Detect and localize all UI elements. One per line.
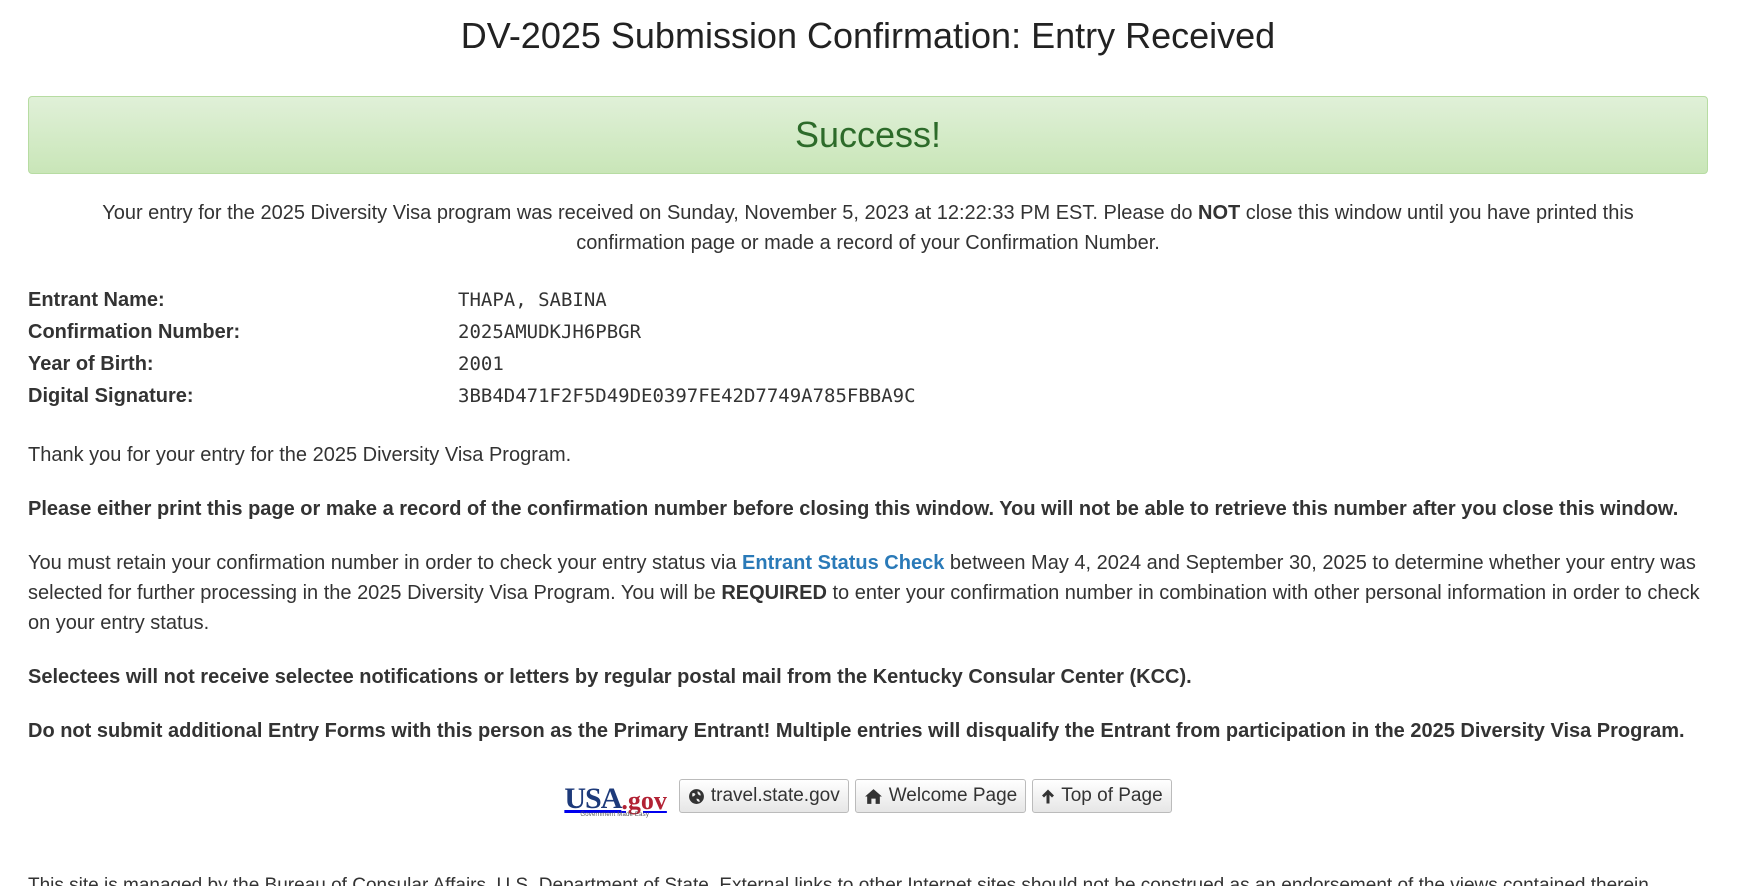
footer-fine-print: This site is managed by the Bureau of Co… <box>28 875 1655 886</box>
page: DV-2025 Submission Confirmation: Entry R… <box>0 0 1763 886</box>
logo-usa-text: USA <box>564 782 622 815</box>
travel-state-gov-button[interactable]: travel.state.gov <box>678 779 849 813</box>
digital-signature-value: 3BB4D471F2F5D49DE0397FE42D7749A785FBBA9C <box>458 385 916 407</box>
detail-row-digital-signature: Digital Signature: 3BB4D471F2F5D49DE0397… <box>28 380 1708 412</box>
welcome-page-button[interactable]: Welcome Page <box>854 779 1027 813</box>
retain-emphasis: REQUIRED <box>721 582 827 604</box>
intro-text-before: Your entry for the 2025 Diversity Visa p… <box>102 202 1199 224</box>
detail-label: Year of Birth: <box>28 352 154 375</box>
print-warning-paragraph: Please either print this page or make a … <box>28 498 1679 520</box>
top-of-page-label: Top of Page <box>1061 785 1163 806</box>
home-icon <box>864 788 883 805</box>
top-of-page-button[interactable]: Top of Page <box>1032 779 1172 813</box>
main-container: DV-2025 Submission Confirmation: Entry R… <box>28 0 1708 818</box>
globe-icon <box>688 788 705 805</box>
entrant-name-value: THAPA, SABINA <box>458 289 607 311</box>
detail-label: Confirmation Number: <box>28 320 241 343</box>
detail-row-entrant-name: Entrant Name: THAPA, SABINA <box>28 284 1708 316</box>
welcome-page-label: Welcome Page <box>888 785 1018 806</box>
year-of-birth-value: 2001 <box>458 353 504 375</box>
success-alert: Success! <box>28 96 1708 174</box>
selectees-paragraph: Selectees will not receive selectee noti… <box>28 666 1192 688</box>
intro-paragraph: Your entry for the 2025 Diversity Visa p… <box>28 198 1708 258</box>
do-not-submit-paragraph: Do not submit additional Entry Forms wit… <box>28 720 1685 742</box>
arrow-up-icon <box>1041 788 1055 805</box>
detail-label: Entrant Name: <box>28 288 165 311</box>
detail-label: Digital Signature: <box>28 384 194 407</box>
travel-state-gov-label: travel.state.gov <box>710 785 840 806</box>
retain-paragraph: You must retain your confirmation number… <box>28 548 1708 638</box>
success-alert-text: Success! <box>794 114 942 155</box>
thanks-paragraph: Thank you for your entry for the 2025 Di… <box>28 444 572 466</box>
footer-bar: USA .gov Government Made Easy travel.stat… <box>28 776 1708 818</box>
entrant-status-check-link[interactable]: Entrant Status Check <box>742 552 944 574</box>
logo-tagline: Government Made Easy <box>580 812 650 818</box>
detail-row-confirmation-number: Confirmation Number: 2025AMUDKJH6PBGR <box>28 316 1708 348</box>
detail-row-year-of-birth: Year of Birth: 2001 <box>28 348 1708 380</box>
page-title: DV-2025 Submission Confirmation: Entry R… <box>460 15 1276 56</box>
retain-text-before: You must retain your confirmation number… <box>28 552 743 574</box>
entry-details: Entrant Name: THAPA, SABINA Confirmation… <box>28 284 1708 412</box>
usa-gov-logo[interactable]: USA .gov Government Made Easy <box>564 776 667 818</box>
intro-emphasis: NOT <box>1198 202 1241 224</box>
confirmation-number-value: 2025AMUDKJH6PBGR <box>458 321 642 343</box>
